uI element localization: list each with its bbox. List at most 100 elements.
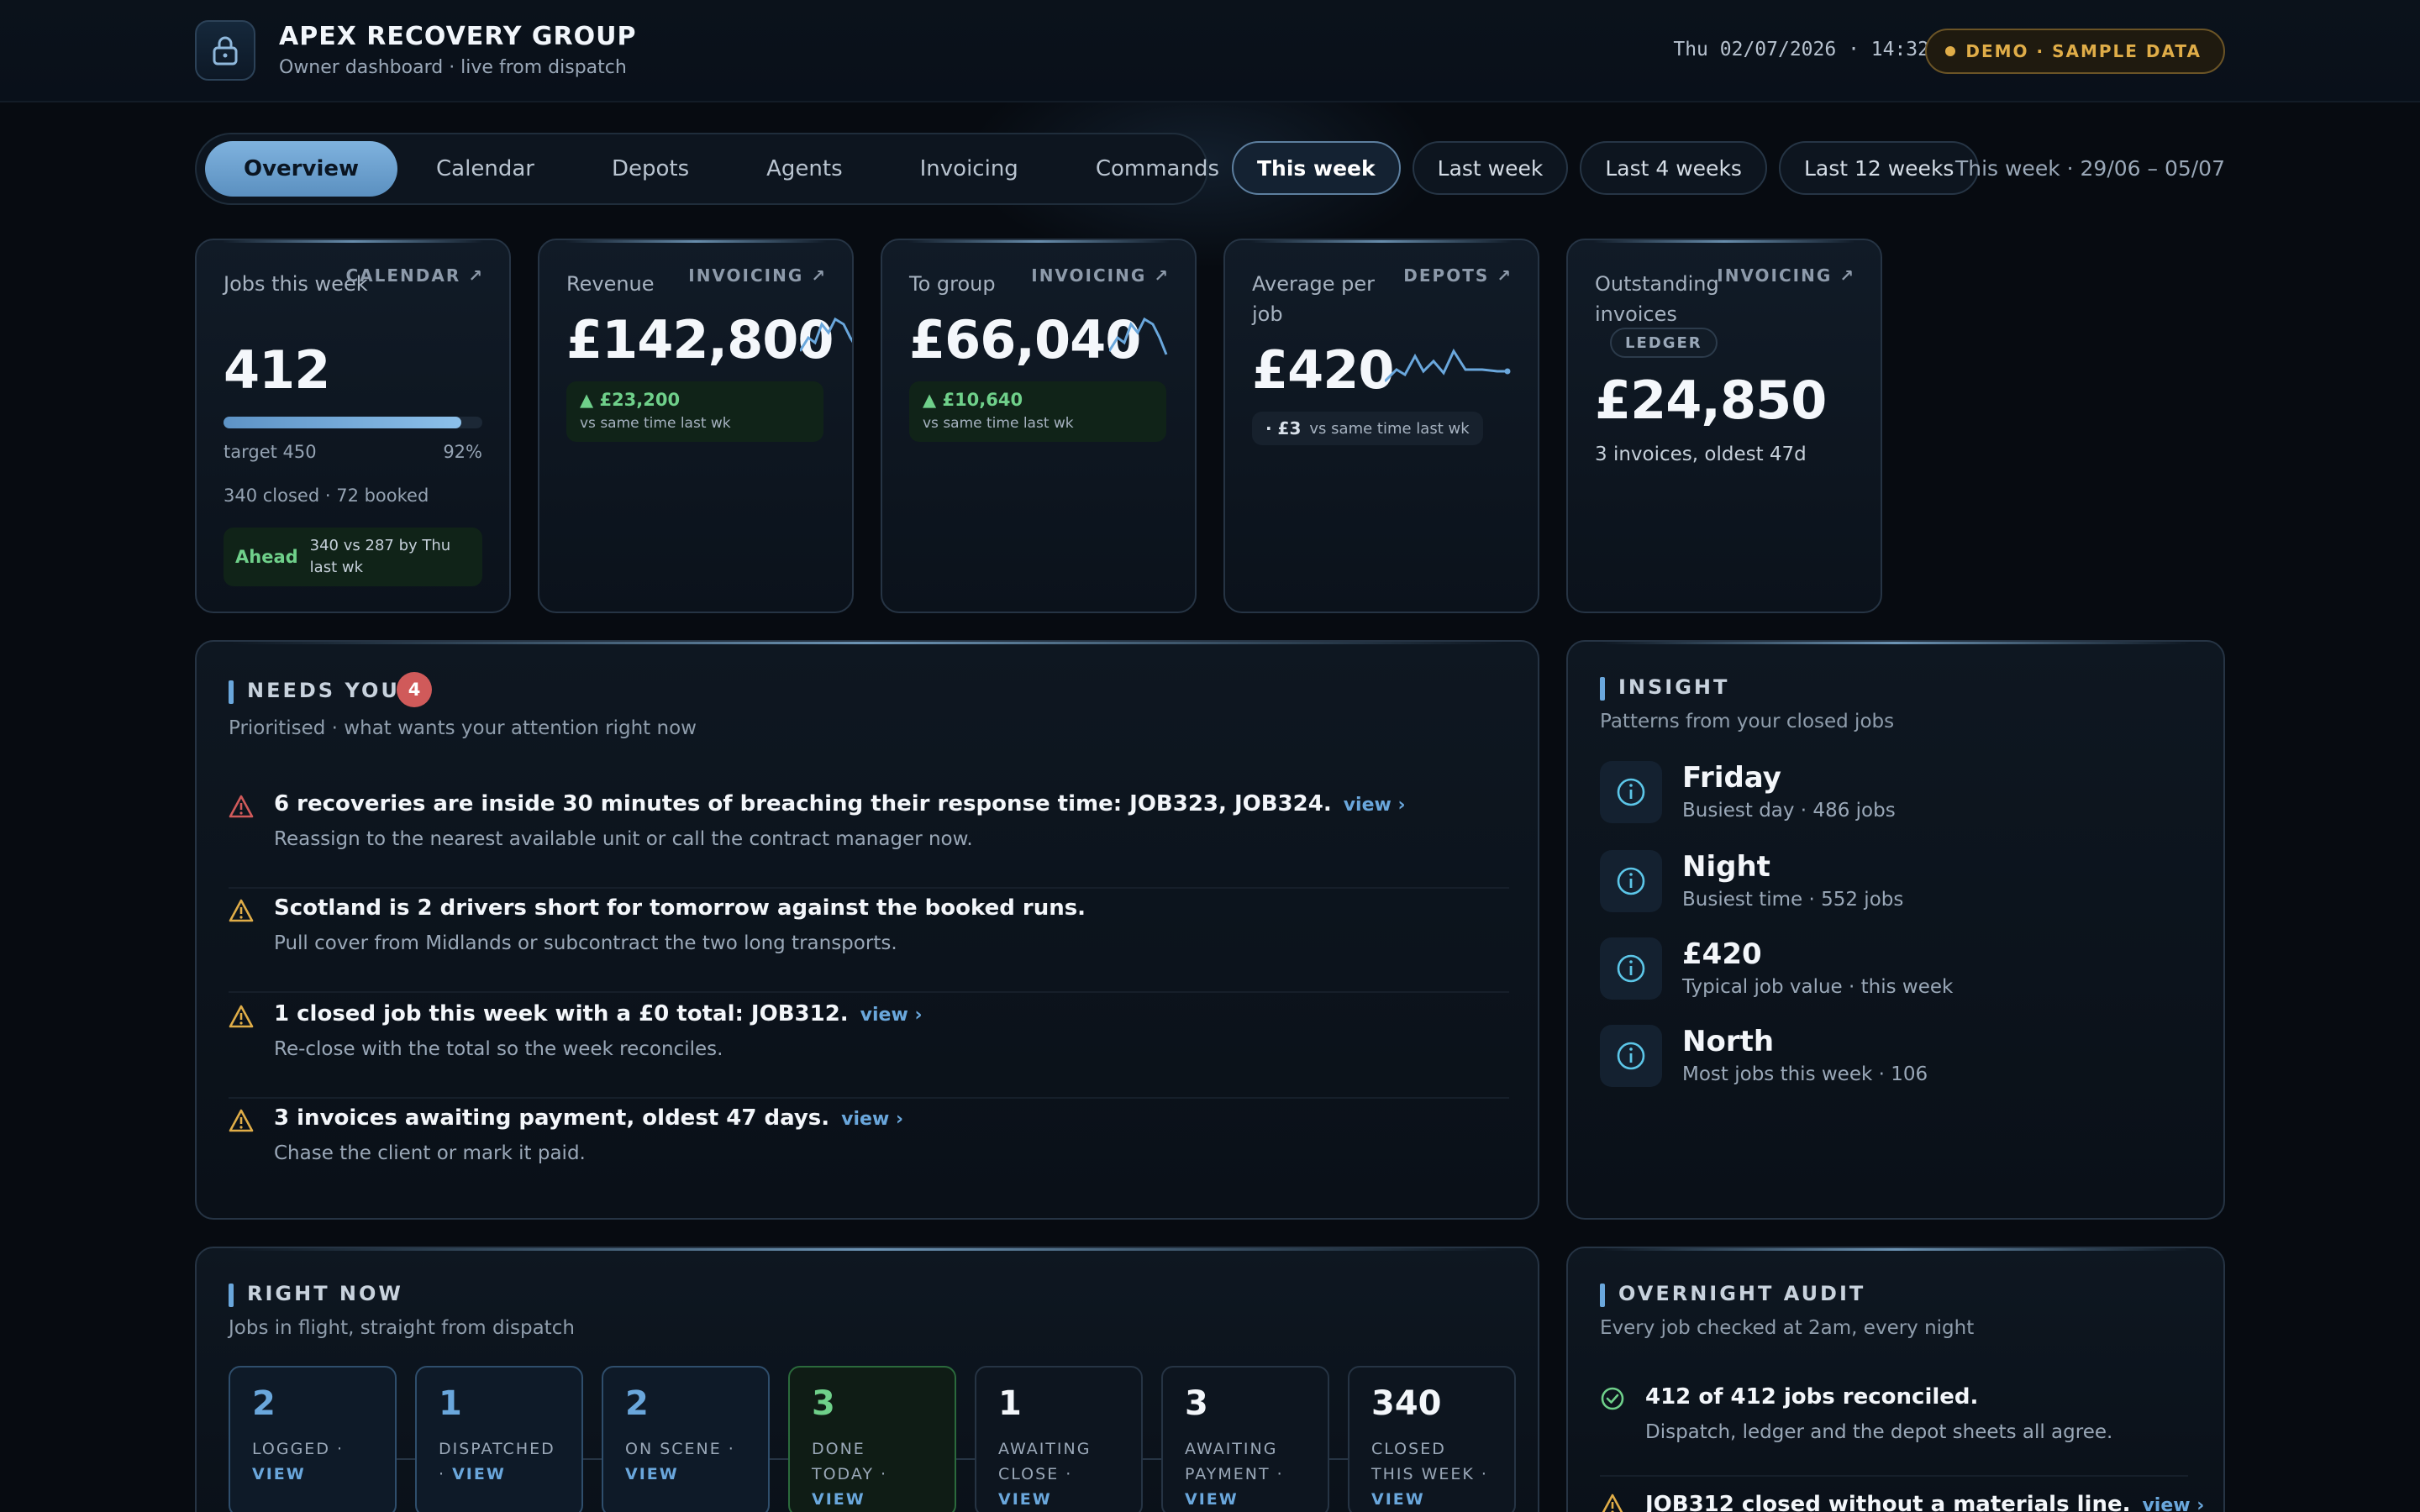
delta-value: ▲ £23,200 [580, 390, 681, 410]
tab-agents[interactable]: Agents [728, 141, 881, 197]
period-selector: This week Last week Last 4 weeks Last 12… [1232, 141, 1980, 195]
stat-connector [583, 1458, 602, 1460]
jobs-target: target 450 [224, 442, 317, 462]
alert-title: 6 recoveries are inside 30 minutes of br… [274, 791, 1406, 816]
needs-you-panel: NEEDS YOU 4 Prioritised · what wants you… [195, 640, 1539, 1220]
stat-label: AWAITING PAYMENT · VIEW [1185, 1436, 1306, 1512]
alert-item: Scotland is 2 drivers short for tomorrow… [229, 889, 1509, 993]
insight-item: Friday Busiest day · 486 jobs [1600, 761, 2188, 833]
insight-title: £420 [1682, 937, 1762, 971]
panel-title: INSIGHT [1600, 675, 1729, 701]
overnight-audit-panel: OVERNIGHT AUDIT Every job checked at 2am… [1566, 1247, 2225, 1512]
period-last-4-weeks[interactable]: Last 4 weeks [1580, 141, 1767, 195]
period-range: This week · 29/06 – 05/07 [1954, 156, 2225, 181]
panel-subtitle: Every job checked at 2am, every night [1600, 1317, 1975, 1339]
stat-dispatched[interactable]: 1 DISPATCHED · VIEW [415, 1366, 583, 1512]
view-link[interactable]: view › [860, 1005, 923, 1026]
stat-view-link[interactable]: VIEW [1185, 1490, 1239, 1509]
stat-number: 2 [625, 1384, 649, 1423]
alert-detail: Reassign to the nearest available unit o… [274, 828, 973, 850]
kpi-card-to-group: To group INVOICING ↗ £66,040 ▲ £10,640 v… [881, 239, 1197, 613]
alert-detail: Re-close with the total so the week reco… [274, 1038, 723, 1060]
calendar-link[interactable]: CALENDAR ↗ [345, 265, 484, 286]
view-link[interactable]: view › [1344, 795, 1406, 816]
alert-triangle-icon [229, 1109, 254, 1132]
tab-invoicing[interactable]: Invoicing [881, 141, 1057, 197]
stat-view-link[interactable]: VIEW [452, 1465, 506, 1483]
ahead-text: 340 vs 287 by Thu last wk [309, 537, 451, 576]
alert-triangle-icon [229, 795, 254, 818]
insight-subtitle: Busiest time · 552 jobs [1682, 889, 1904, 911]
stat-view-link[interactable]: VIEW [252, 1465, 306, 1483]
average-sparkline [1385, 348, 1511, 383]
view-link[interactable]: view › [2142, 1495, 2204, 1512]
view-link[interactable]: view › [841, 1109, 903, 1130]
stat-view-link[interactable]: VIEW [625, 1465, 679, 1483]
audit-item: 412 of 412 jobs reconciled. Dispatch, le… [1600, 1384, 2188, 1477]
invoicing-link[interactable]: INVOICING ↗ [688, 265, 827, 286]
period-this-week[interactable]: This week [1232, 141, 1401, 195]
to-group-sparkline [1109, 317, 1168, 355]
stat-label-text: AWAITING PAYMENT · [1185, 1440, 1284, 1483]
stat-number: 1 [439, 1384, 462, 1423]
panel-subtitle: Jobs in flight, straight from dispatch [229, 1317, 575, 1339]
stat-on-scene[interactable]: 2 ON SCENE · VIEW [602, 1366, 770, 1512]
stat-closed-this-week[interactable]: 340 CLOSED THIS WEEK · VIEW [1348, 1366, 1516, 1512]
stat-done-today[interactable]: 3 DONE TODAY · VIEW [788, 1366, 956, 1512]
jobs-breakdown: 340 closed · 72 booked [224, 486, 429, 506]
stat-view-link[interactable]: VIEW [812, 1490, 865, 1509]
stat-label: DISPATCHED · VIEW [439, 1436, 560, 1487]
kpi-label: Average per job [1252, 272, 1376, 326]
panel-title: RIGHT NOW [229, 1282, 403, 1307]
alert-item: 3 invoices awaiting payment, oldest 47 d… [229, 1099, 1509, 1203]
insight-subtitle: Busiest day · 486 jobs [1682, 800, 1896, 822]
stat-awaiting-close[interactable]: 1 AWAITING CLOSE · VIEW [975, 1366, 1143, 1512]
stat-label: AWAITING CLOSE · VIEW [998, 1436, 1119, 1512]
check-circle-icon [1601, 1387, 1624, 1410]
alert-title-text: Scotland is 2 drivers short for tomorrow… [274, 895, 1086, 921]
tab-overview[interactable]: Overview [205, 141, 398, 197]
tab-commands[interactable]: Commands [1057, 141, 1258, 197]
alert-title-text: 1 closed job this week with a £0 total: … [274, 1001, 849, 1026]
tab-calendar[interactable]: Calendar [397, 141, 573, 197]
kpi-value: £24,850 [1595, 370, 1827, 431]
delta-value: ▲ £10,640 [923, 390, 1023, 410]
audit-item: JOB312 closed without a materials line. v… [1600, 1492, 2204, 1512]
stat-number: 3 [812, 1384, 835, 1423]
stat-label: CLOSED THIS WEEK · VIEW [1371, 1436, 1492, 1512]
kpi-card-average: Average per job DEPOTS ↗ £420 · £3 vs sa… [1223, 239, 1539, 613]
stat-logged[interactable]: 2 LOGGED · VIEW [229, 1366, 397, 1512]
alert-detail: Pull cover from Midlands or subcontract … [274, 932, 897, 954]
right-now-panel: RIGHT NOW Jobs in flight, straight from … [195, 1247, 1539, 1512]
jobs-percent: 92% [443, 442, 482, 462]
stat-view-link[interactable]: VIEW [1371, 1490, 1425, 1509]
stat-label: LOGGED · VIEW [252, 1436, 373, 1487]
kpi-card-outstanding: Outstanding invoices INVOICING ↗ LEDGER … [1566, 239, 1882, 613]
lock-icon [195, 20, 255, 81]
status-dot-icon [1945, 46, 1956, 56]
alert-triangle-icon [229, 1005, 254, 1028]
to-group-delta: ▲ £10,640 vs same time last wk [909, 381, 1166, 442]
period-last-12-weeks[interactable]: Last 12 weeks [1778, 141, 1980, 195]
info-icon [1600, 850, 1662, 912]
stat-awaiting-payment[interactable]: 3 AWAITING PAYMENT · VIEW [1161, 1366, 1329, 1512]
stat-connector [770, 1458, 788, 1460]
demo-badge-label: DEMO · SAMPLE DATA [1965, 41, 2202, 61]
invoicing-link[interactable]: INVOICING ↗ [1717, 265, 1855, 286]
jobs-progress-bar [224, 417, 482, 428]
outstanding-summary: 3 invoices, oldest 47d [1595, 444, 1807, 465]
period-last-week[interactable]: Last week [1412, 141, 1569, 195]
insight-title: North [1682, 1025, 1775, 1058]
tab-depots[interactable]: Depots [573, 141, 728, 197]
stat-view-link[interactable]: VIEW [998, 1490, 1052, 1509]
stat-label-text: DONE TODAY · [812, 1440, 888, 1483]
stat-connector [1329, 1458, 1348, 1460]
invoicing-link[interactable]: INVOICING ↗ [1031, 265, 1170, 286]
ledger-badge[interactable]: LEDGER [1610, 328, 1718, 358]
current-datetime: Thu 02/07/2026 · 14:32 [1673, 39, 1929, 60]
depots-link[interactable]: DEPOTS ↗ [1403, 265, 1512, 286]
audit-detail: Dispatch, ledger and the depot sheets al… [1645, 1421, 2113, 1443]
stat-label: ON SCENE · VIEW [625, 1436, 746, 1487]
alert-title: 3 invoices awaiting payment, oldest 47 d… [274, 1105, 903, 1131]
stat-label-text: AWAITING CLOSE · [998, 1440, 1092, 1483]
